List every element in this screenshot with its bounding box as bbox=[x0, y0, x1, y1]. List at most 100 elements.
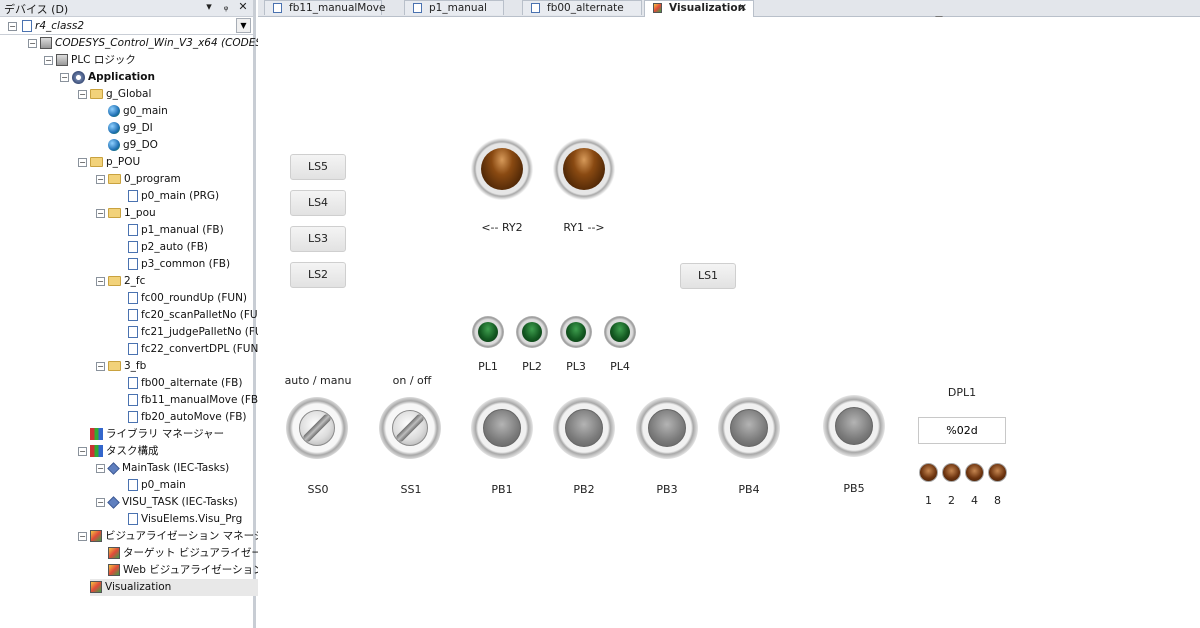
collapse-toggle-icon[interactable]: − bbox=[78, 446, 87, 456]
close-panel-icon[interactable]: ✕ bbox=[236, 0, 250, 13]
pl2-label: PL2 bbox=[522, 360, 542, 373]
tree-item[interactable]: fc20_scanPalletNo (FUN) bbox=[126, 307, 270, 324]
pin-icon[interactable]: ᵩ bbox=[219, 0, 233, 13]
panel-menu-icon[interactable]: ▾ bbox=[202, 0, 216, 13]
tree-item[interactable]: g0_main bbox=[108, 103, 168, 120]
tree-item-label: g_Global bbox=[106, 88, 152, 100]
tree-item[interactable]: − VISU_TASK (IEC-Tasks) bbox=[96, 494, 238, 511]
document-icon bbox=[128, 326, 138, 338]
tab-visualization[interactable]: Visualization ✕ bbox=[644, 0, 754, 17]
document-icon bbox=[128, 377, 138, 389]
tree-item[interactable]: − 2_fc bbox=[96, 273, 145, 290]
tree-item[interactable]: VisuElems.Visu_Prg bbox=[126, 511, 242, 528]
plc-logic-icon bbox=[56, 54, 68, 66]
tab-fb11-manualmove[interactable]: fb11_manualMove bbox=[264, 0, 385, 15]
tree-item[interactable]: Web ビジュアライゼーション bbox=[108, 562, 264, 579]
ry1-lamp bbox=[553, 138, 615, 200]
tree-item[interactable]: − 0_program bbox=[96, 171, 181, 188]
tree-item[interactable]: − Application bbox=[60, 69, 155, 86]
collapse-toggle-icon[interactable]: − bbox=[78, 531, 87, 541]
devices-panel: デバイス (D) ▾ ᵩ ✕ ▼ − r4_class2− CODESYS_Cont… bbox=[0, 0, 293, 628]
tree-item[interactable]: − 3_fb bbox=[96, 358, 146, 375]
collapse-toggle-icon[interactable]: − bbox=[44, 55, 53, 65]
ry1-label: RY1 --> bbox=[563, 221, 605, 234]
tree-item[interactable]: − CODESYS_Control_Win_V3_x64 (CODESYS C bbox=[28, 35, 286, 52]
tree-item[interactable]: − g_Global bbox=[78, 86, 151, 103]
tree-item-label: p0_main bbox=[141, 479, 186, 491]
close-tab-icon[interactable]: ✕ bbox=[738, 1, 747, 16]
ls1-button[interactable]: LS1 bbox=[680, 263, 736, 289]
tree-item[interactable]: − ビジュアライゼーション マネージャー bbox=[78, 528, 285, 545]
tree-item[interactable]: fc21_judgePalletNo (FUN bbox=[126, 324, 270, 341]
ls5-button[interactable]: LS5 bbox=[290, 154, 346, 180]
collapse-toggle-icon[interactable]: − bbox=[60, 72, 69, 82]
tree-item[interactable]: − PLC ロジック bbox=[44, 52, 136, 69]
tree-item-label: p1_manual (FB) bbox=[141, 224, 224, 236]
collapse-toggle-icon[interactable]: − bbox=[28, 38, 37, 48]
tree-item[interactable]: p0_main (PRG) bbox=[126, 188, 219, 205]
tree-item[interactable]: g9_DO bbox=[108, 137, 158, 154]
pb4-push-button[interactable] bbox=[718, 397, 780, 459]
tree-item[interactable]: − p_POU bbox=[78, 154, 140, 171]
tree-item[interactable]: Visualization bbox=[90, 579, 265, 596]
tree-item-label: p0_main (PRG) bbox=[141, 190, 220, 202]
pl1-lamp bbox=[472, 316, 504, 348]
tree-item[interactable]: fb00_alternate (FB) bbox=[126, 375, 242, 392]
collapse-toggle-icon[interactable]: − bbox=[96, 497, 105, 507]
program-call-icon bbox=[128, 513, 138, 525]
visualization-canvas[interactable]: LS5 LS4 LS3 LS2 LS1 <-- RY2 RY1 --> PL1 … bbox=[258, 17, 1200, 628]
visualization-icon bbox=[653, 3, 662, 13]
ss0-selector-switch[interactable] bbox=[286, 397, 348, 459]
tree-item[interactable]: p2_auto (FB) bbox=[126, 239, 208, 256]
tree-item[interactable]: fc00_roundUp (FUN) bbox=[126, 290, 247, 307]
ss1-selector-switch[interactable] bbox=[379, 397, 441, 459]
pb5-label: PB5 bbox=[843, 482, 865, 495]
document-icon bbox=[128, 309, 138, 321]
document-icon bbox=[128, 343, 138, 355]
tree-item[interactable]: − MainTask (IEC-Tasks) bbox=[96, 460, 229, 477]
tree-item-label: Application bbox=[88, 71, 155, 83]
tree-item[interactable]: p3_common (FB) bbox=[126, 256, 230, 273]
pl2-lamp bbox=[516, 316, 548, 348]
tab-p1-manual[interactable]: p1_manual bbox=[404, 0, 504, 15]
tree-item-label: fc21_judgePalletNo (FUN bbox=[141, 326, 271, 338]
tree-item[interactable]: fc22_convertDPL (FUN) bbox=[126, 341, 262, 358]
tree-item[interactable]: p0_main bbox=[126, 477, 186, 494]
collapse-toggle-icon[interactable]: − bbox=[78, 89, 87, 99]
tree-item[interactable]: p1_manual (FB) bbox=[126, 222, 224, 239]
tab-label: Visualization bbox=[669, 2, 746, 14]
pb3-push-button[interactable] bbox=[636, 397, 698, 459]
collapse-toggle-icon[interactable]: − bbox=[96, 463, 105, 473]
collapse-toggle-icon[interactable]: − bbox=[96, 361, 105, 371]
tree-item[interactable]: g9_DI bbox=[108, 120, 153, 137]
ls3-button[interactable]: LS3 bbox=[290, 226, 346, 252]
pb5-push-button[interactable] bbox=[823, 395, 885, 457]
visu-icon bbox=[90, 581, 102, 593]
chevron-down-icon[interactable]: ▼ bbox=[236, 18, 251, 33]
pb1-push-button[interactable] bbox=[471, 397, 533, 459]
dpl1-title: DPL1 bbox=[947, 386, 977, 399]
ls4-button[interactable]: LS4 bbox=[290, 190, 346, 216]
ls2-button[interactable]: LS2 bbox=[290, 262, 346, 288]
tree-item-label: fb00_alternate (FB) bbox=[141, 377, 243, 389]
collapse-toggle-icon[interactable]: − bbox=[8, 21, 17, 31]
dpl-bit-1-lamp bbox=[919, 463, 938, 482]
tree-item[interactable]: fb20_autoMove (FB) bbox=[126, 409, 247, 426]
document-icon bbox=[128, 394, 138, 406]
task-icon bbox=[107, 495, 120, 509]
tree-item[interactable]: fb11_manualMove (FB) bbox=[126, 392, 262, 409]
pb4-label: PB4 bbox=[738, 483, 760, 496]
tree-item[interactable]: − タスク構成 bbox=[78, 443, 159, 460]
collapse-toggle-icon[interactable]: − bbox=[96, 276, 105, 286]
pb2-push-button[interactable] bbox=[553, 397, 615, 459]
collapse-toggle-icon[interactable]: − bbox=[78, 157, 87, 167]
tree-item[interactable]: − r4_class2 bbox=[8, 18, 84, 35]
collapse-toggle-icon[interactable]: − bbox=[96, 174, 105, 184]
tree-item-label: Visualization bbox=[105, 581, 172, 593]
tab-fb00-alternate[interactable]: fb00_alternate bbox=[522, 0, 642, 15]
collapse-toggle-icon[interactable]: − bbox=[96, 208, 105, 218]
ry2-lamp bbox=[471, 138, 533, 200]
tree-item[interactable]: − 1_pou bbox=[96, 205, 156, 222]
pb2-label: PB2 bbox=[573, 483, 595, 496]
tree-item[interactable]: ライブラリ マネージャー bbox=[90, 426, 224, 443]
